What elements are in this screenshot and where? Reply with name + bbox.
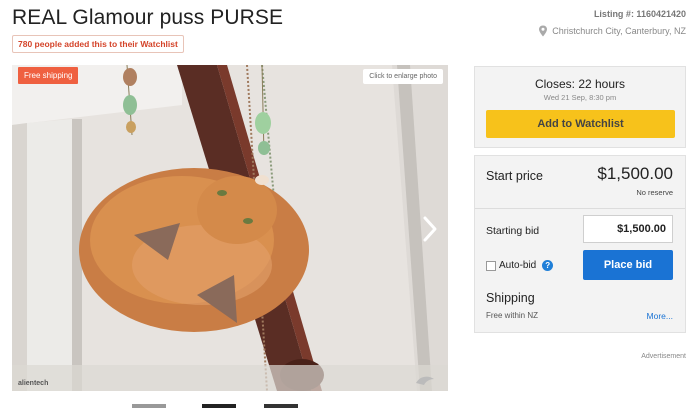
add-to-watchlist-button[interactable]: Add to Watchlist [486,110,675,138]
location-pin-icon [539,25,548,37]
help-icon[interactable]: ? [542,260,554,271]
shipping-title: Shipping [486,291,535,305]
thumbnail[interactable] [132,404,166,408]
thumbnail[interactable] [202,404,236,408]
autobid-checkbox[interactable] [486,260,496,271]
closing-panel: Closes: 22 hours Wed 21 Sep, 8:30 pm Add… [474,66,686,148]
watchlist-count-badge: 780 people added this to their Watchlist [12,35,184,53]
place-bid-button[interactable]: Place bid [583,250,673,280]
chevron-right-icon[interactable] [422,215,438,243]
shipping-value: Free within NZ [486,311,539,320]
bidding-panel: Start price $1,500.00 No reserve Startin… [474,155,686,333]
watermark-text: alientech [18,380,49,387]
reserve-status: No reserve [636,188,673,197]
start-price-value: $1,500.00 [597,164,673,183]
listing-title: REAL Glamour puss PURSE [12,6,284,29]
closes-date: Wed 21 Sep, 8:30 pm [543,93,617,102]
shipping-more-link[interactable]: More... [647,311,673,321]
location-text: Christchurch City, Canterbury, NZ [552,26,686,36]
bid-amount-input[interactable]: $1,500.00 [583,215,673,243]
photo-thumbnails [132,404,298,408]
main-photo[interactable]: Free shipping Click to enlarge photo ali… [12,65,448,391]
listing-number: Listing #: 1160421420 [593,9,686,19]
location: Christchurch City, Canterbury, NZ [538,25,686,37]
listing-photo-image [12,65,448,391]
enlarge-photo-button[interactable]: Click to enlarge photo [363,69,443,84]
watermark-logo-icon [416,376,434,385]
thumbnail[interactable] [264,404,298,408]
autobid-label: Auto-bid [499,260,537,271]
free-shipping-badge: Free shipping [18,67,79,84]
autobid-option[interactable]: Auto-bid ? [486,260,554,271]
start-price-label: Start price [486,169,543,183]
divider [475,208,685,209]
advertisement-label: Advertisement [641,353,686,360]
starting-bid-label: Starting bid [486,225,540,237]
closes-text: Closes: 22 hours [534,77,626,91]
